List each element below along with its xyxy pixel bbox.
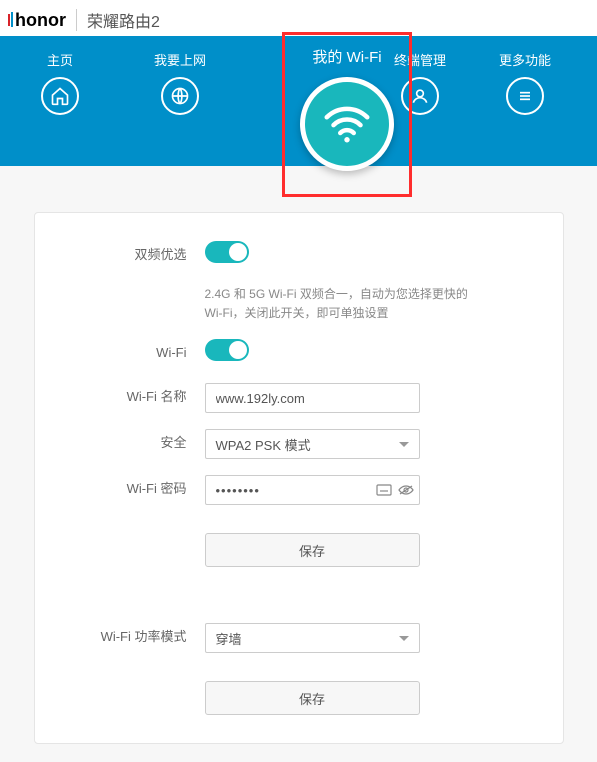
row-password: Wi-Fi 密码 <box>55 475 533 505</box>
nav-internet[interactable]: 我要上网 <box>120 50 240 115</box>
topbar: honor 荣耀路由2 <box>0 0 597 36</box>
save-button-2[interactable]: 保存 <box>205 681 420 715</box>
wifi-settings-card: 双频优选 2.4G 和 5G Wi-Fi 双频合一，自动为您选择更快的 Wi-F… <box>34 212 564 744</box>
nav-devices-label: 终端管理 <box>394 50 446 69</box>
power-select[interactable]: 穿墙 <box>205 623 420 653</box>
eye-icon[interactable] <box>398 483 414 497</box>
nav-wifi-label: 我的 Wi-Fi <box>312 46 381 67</box>
row-security: 安全 WPA2 PSK 模式 <box>55 429 533 459</box>
security-select[interactable]: WPA2 PSK 模式 <box>205 429 420 459</box>
row-dual-band: 双频优选 <box>55 241 533 269</box>
power-value: 穿墙 <box>216 629 242 648</box>
row-save-2: 保存 <box>55 681 533 715</box>
keyboard-icon[interactable] <box>376 483 392 497</box>
password-label: Wi-Fi 密码 <box>55 475 205 503</box>
ssid-label: Wi-Fi 名称 <box>55 383 205 411</box>
nav-more-label: 更多功能 <box>499 50 551 69</box>
nav-wifi[interactable]: 我的 Wi-Fi <box>300 46 394 171</box>
home-icon <box>41 77 79 115</box>
row-dual-band-help: 2.4G 和 5G Wi-Fi 双频合一，自动为您选择更快的 Wi-Fi，关闭此… <box>55 285 533 323</box>
product-name: 荣耀路由2 <box>87 8 160 32</box>
dual-band-label: 双频优选 <box>55 241 205 269</box>
security-label: 安全 <box>55 429 205 457</box>
nav-more[interactable]: 更多功能 <box>480 50 570 115</box>
wifi-icon <box>300 77 394 171</box>
nav-internet-label: 我要上网 <box>154 50 206 69</box>
nav-home[interactable]: 主页 <box>0 50 120 115</box>
row-ssid: Wi-Fi 名称 <box>55 383 533 413</box>
brand-logo: honor <box>8 10 66 31</box>
nav-home-label: 主页 <box>47 50 73 69</box>
ssid-input[interactable] <box>205 383 420 413</box>
navbar: 主页 我要上网 - 终端管理 更多功能 我的 Wi-Fi <box>0 36 597 166</box>
row-power-mode: Wi-Fi 功率模式 穿墙 <box>55 623 533 653</box>
chevron-down-icon <box>399 442 409 447</box>
wifi-label: Wi-Fi <box>55 339 205 367</box>
chevron-down-icon <box>399 636 409 641</box>
content: 双频优选 2.4G 和 5G Wi-Fi 双频合一，自动为您选择更快的 Wi-F… <box>0 166 597 762</box>
brand-divider <box>76 9 77 31</box>
save-button[interactable]: 保存 <box>205 533 420 567</box>
user-icon <box>401 77 439 115</box>
brand-text: honor <box>15 10 66 30</box>
dual-band-help: 2.4G 和 5G Wi-Fi 双频合一，自动为您选择更快的 Wi-Fi，关闭此… <box>205 285 485 323</box>
row-wifi-toggle: Wi-Fi <box>55 339 533 367</box>
dual-band-toggle[interactable] <box>205 241 249 263</box>
globe-icon <box>161 77 199 115</box>
power-label: Wi-Fi 功率模式 <box>55 623 205 651</box>
wifi-toggle[interactable] <box>205 339 249 361</box>
security-value: WPA2 PSK 模式 <box>216 435 311 454</box>
menu-icon <box>506 77 544 115</box>
row-save-1: 保存 <box>55 533 533 567</box>
